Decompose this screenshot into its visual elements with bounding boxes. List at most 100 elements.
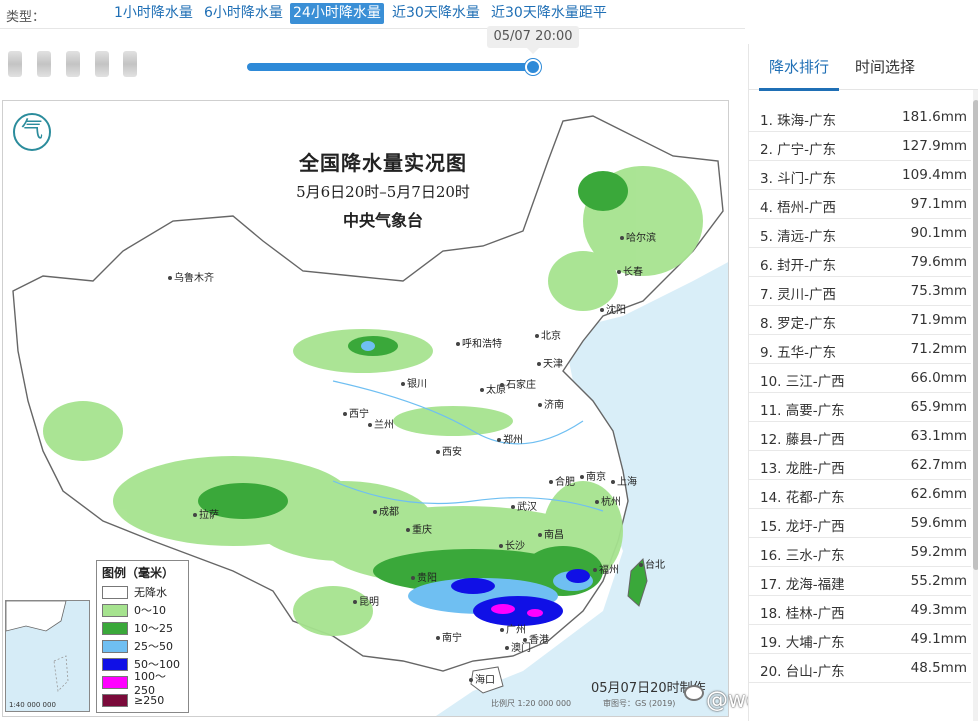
city-label: 台北 bbox=[639, 556, 665, 571]
right-tabs: 降水排行 时间选择 bbox=[749, 44, 978, 91]
city-label: 银川 bbox=[401, 375, 427, 390]
ranking-row[interactable]: 13. 龙胜-广西 62.7mm bbox=[749, 451, 971, 480]
ranking-station: 10. 三江-广西 bbox=[760, 374, 845, 390]
city-label: 福州 bbox=[593, 561, 619, 576]
ranking-row[interactable]: 3. 斗门-广东 109.4mm bbox=[749, 161, 971, 190]
ranking-row[interactable]: 16. 三水-广东 59.2mm bbox=[749, 538, 971, 567]
type-bar: 类型： 1小时降水量 6小时降水量 24小时降水量 近30天降水量 近30天降水… bbox=[0, 0, 978, 28]
map-subtitle: 5月6日20时–5月7日20时 bbox=[296, 183, 470, 201]
city-label: 武汉 bbox=[511, 498, 537, 513]
ranking-station: 9. 五华-广东 bbox=[760, 345, 837, 361]
ranking-value: 90.1mm bbox=[910, 225, 967, 241]
ranking-row[interactable]: 2. 广宁-广东 127.9mm bbox=[749, 132, 971, 161]
time-slider-track[interactable] bbox=[247, 59, 541, 75]
city-label: 乌鲁木齐 bbox=[168, 269, 214, 284]
ranking-row[interactable]: 19. 大埔-广东 49.1mm bbox=[749, 625, 971, 654]
city-label: 西安 bbox=[436, 443, 462, 458]
ranking-value: 97.1mm bbox=[910, 196, 967, 212]
ranking-row[interactable]: 14. 花都-广东 62.6mm bbox=[749, 480, 971, 509]
ranking-station: 19. 大埔-广东 bbox=[760, 635, 845, 651]
legend-item: 100～250 bbox=[102, 670, 183, 697]
city-label: 西宁 bbox=[343, 405, 369, 420]
play-control-blurred[interactable] bbox=[123, 51, 137, 77]
legend-label: 0～10 bbox=[134, 604, 166, 617]
ranking-row[interactable]: 15. 龙圩-广西 59.6mm bbox=[749, 509, 971, 538]
ranking-station: 4. 梧州-广西 bbox=[760, 200, 837, 216]
ranking-station: 1. 珠海-广东 bbox=[760, 113, 837, 129]
ranking-station: 20. 台山-广东 bbox=[760, 664, 845, 680]
ranking-row[interactable]: 12. 藤县-广西 63.1mm bbox=[749, 422, 971, 451]
ranking-row[interactable]: 1. 珠海-广东 181.6mm bbox=[749, 103, 971, 132]
legend-label: 无降水 bbox=[134, 586, 167, 599]
scrollbar-thumb[interactable] bbox=[973, 100, 978, 570]
legend-label: ≥250 bbox=[134, 693, 165, 707]
ranking-station: 2. 广宁-广东 bbox=[760, 142, 837, 158]
tab-6h-precip[interactable]: 6小时降水量 bbox=[201, 3, 286, 24]
map-org: 中央气象台 bbox=[342, 211, 423, 230]
city-label: 呼和浩特 bbox=[456, 335, 502, 350]
scrollbar[interactable] bbox=[973, 90, 978, 721]
ranking-row[interactable]: 7. 灵川-广西 75.3mm bbox=[749, 277, 971, 306]
legend-title: 图例（毫米） bbox=[102, 566, 175, 580]
tab-30d-anomaly[interactable]: 近30天降水量距平 bbox=[488, 3, 610, 24]
legend-swatch bbox=[102, 657, 128, 671]
ranking-station: 12. 藤县-广西 bbox=[760, 432, 845, 448]
tab-precip-ranking[interactable]: 降水排行 bbox=[769, 56, 829, 77]
city-label: 天津 bbox=[537, 355, 563, 370]
map-title: 全国降水量实况图 bbox=[299, 151, 467, 175]
ranking-row[interactable]: 18. 桂林-广西 49.3mm bbox=[749, 596, 971, 625]
time-slider-handle[interactable] bbox=[525, 59, 541, 75]
city-label: 北京 bbox=[535, 327, 561, 342]
city-label: 哈尔滨 bbox=[620, 229, 656, 244]
city-label: 济南 bbox=[538, 396, 564, 411]
ranking-row[interactable]: 11. 高要-广东 65.9mm bbox=[749, 393, 971, 422]
ranking-value: 71.9mm bbox=[910, 312, 967, 328]
ranking-row[interactable]: 17. 龙海-福建 55.2mm bbox=[749, 567, 971, 596]
city-label: 杭州 bbox=[595, 493, 621, 508]
ranking-row[interactable]: 4. 梧州-广西 97.1mm bbox=[749, 190, 971, 219]
play-control-blurred[interactable] bbox=[66, 51, 80, 77]
inset-graphic bbox=[6, 601, 69, 692]
ranking-value: 55.2mm bbox=[910, 573, 967, 589]
tab-24h-precip[interactable]: 24小时降水量 bbox=[290, 3, 384, 24]
city-label: 石家庄 bbox=[500, 376, 536, 391]
city-label: 南京 bbox=[580, 468, 606, 483]
legend-swatch bbox=[102, 675, 128, 689]
play-control-blurred[interactable] bbox=[8, 51, 22, 77]
ranking-row[interactable]: 9. 五华-广东 71.2mm bbox=[749, 335, 971, 364]
ranking-station: 6. 封开-广东 bbox=[760, 258, 837, 274]
city-label: 拉萨 bbox=[193, 506, 219, 521]
ranking-value: 63.1mm bbox=[910, 428, 967, 444]
play-control-blurred[interactable] bbox=[37, 51, 51, 77]
legend-swatch bbox=[102, 621, 128, 635]
ranking-row[interactable]: 5. 清远-广东 90.1mm bbox=[749, 219, 971, 248]
city-label: 贵阳 bbox=[411, 569, 437, 584]
ranking-row[interactable]: 20. 台山-广东 48.5mm bbox=[749, 654, 971, 683]
tab-1h-precip[interactable]: 1小时降水量 bbox=[111, 3, 196, 24]
ranking-row[interactable]: 8. 罗定-广东 71.9mm bbox=[749, 306, 971, 335]
ranking-station: 14. 花都-广东 bbox=[760, 490, 845, 506]
ranking-station: 15. 龙圩-广西 bbox=[760, 519, 845, 535]
tab-time-select[interactable]: 时间选择 bbox=[855, 56, 915, 77]
legend-swatch bbox=[102, 639, 128, 653]
ranking-station: 3. 斗门-广东 bbox=[760, 171, 837, 187]
ranking-row[interactable]: 10. 三江-广西 66.0mm bbox=[749, 364, 971, 393]
ranking-row[interactable]: 6. 封开-广东 79.6mm bbox=[749, 248, 971, 277]
play-control-blurred[interactable] bbox=[95, 51, 109, 77]
legend-item: 25～50 bbox=[102, 637, 183, 655]
ranking-value: 59.6mm bbox=[910, 515, 967, 531]
ranking-station: 13. 龙胜-广西 bbox=[760, 461, 845, 477]
city-label: 澳门 bbox=[505, 639, 531, 654]
ranking-value: 62.6mm bbox=[910, 486, 967, 502]
ranking-station: 8. 罗定-广东 bbox=[760, 316, 837, 332]
ranking-value: 48.5mm bbox=[910, 660, 967, 676]
tab-30d-precip[interactable]: 近30天降水量 bbox=[389, 3, 483, 24]
review-number: 审图号：GS (2019) bbox=[603, 699, 676, 708]
city-label: 上海 bbox=[611, 473, 637, 488]
legend-label: 25～50 bbox=[134, 640, 173, 653]
ranking-value: 79.6mm bbox=[910, 254, 967, 270]
right-panel: 降水排行 时间选择 1. 珠海-广东 181.6mm 2. 广宁-广东 127.9mm… bbox=[748, 44, 978, 721]
time-slider-fill bbox=[247, 63, 537, 71]
legend-label: 100～250 bbox=[134, 669, 166, 697]
ranking-value: 127.9mm bbox=[902, 138, 967, 154]
